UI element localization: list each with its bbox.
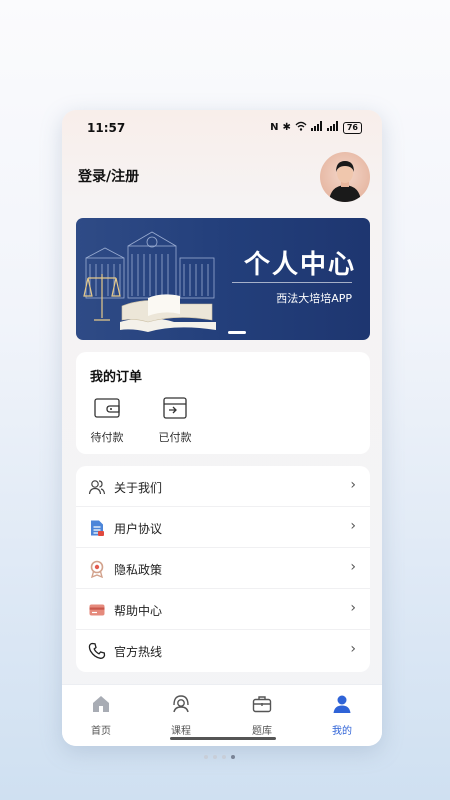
tab-courses[interactable]: 课程 [151, 693, 211, 737]
profile-icon [333, 695, 351, 713]
screenshot-pager [204, 755, 235, 759]
signal-icon [326, 121, 339, 134]
banner-divider [232, 282, 352, 283]
pager-dot-active [231, 755, 235, 759]
tab-label: 我的 [332, 726, 352, 737]
login-register-link[interactable]: 登录/注册 [78, 166, 139, 186]
tab-label: 题库 [252, 726, 272, 737]
banner-title: 个人中心 [243, 250, 356, 280]
order-paid-button[interactable]: 已付款 [150, 396, 200, 445]
document-icon [91, 520, 104, 536]
menu-item-privacy-policy[interactable]: 隐私政策 › [76, 548, 370, 589]
menu-item-about-us[interactable]: 关于我们 › [76, 466, 370, 507]
wifi-icon [295, 121, 307, 134]
home-icon [93, 696, 109, 712]
status-time: 11:57 [87, 121, 126, 135]
home-indicator[interactable] [170, 737, 276, 740]
menu-label: 帮助中心 [114, 604, 163, 618]
signal-icon [310, 121, 323, 134]
pager-dot [213, 755, 217, 759]
course-icon [173, 695, 189, 713]
menu-label: 官方热线 [114, 645, 163, 659]
menu-item-help-center[interactable]: 帮助中心 › [76, 589, 370, 630]
banner-indicator [228, 331, 246, 334]
help-card-icon [89, 604, 105, 616]
banner-subtitle: 西法大培培APP [276, 292, 352, 305]
privacy-badge-icon [90, 560, 104, 578]
tab-profile[interactable]: 我的 [312, 693, 372, 737]
order-paid-label: 已付款 [158, 431, 192, 444]
order-pending-button[interactable]: 待付款 [82, 396, 132, 445]
phone-screen: 11:57 N ✱ 76 登录/注册 个人中心 西法大培培APP 我的订单 待付… [62, 110, 382, 746]
menu-label: 关于我们 [114, 481, 163, 495]
battery-indicator: 76 [342, 121, 362, 134]
avatar-icon[interactable] [320, 152, 370, 202]
menu-item-hotline[interactable]: 官方热线 › [76, 630, 370, 671]
chevron-right-icon: › [350, 477, 356, 493]
status-icons: N ✱ 76 [270, 121, 362, 134]
banner-illustration [83, 231, 216, 332]
bottom-tab-bar: 首页 课程 题库 我的 [62, 684, 382, 746]
menu-item-user-agreement[interactable]: 用户协议 › [76, 507, 370, 548]
nfc-icon: N [270, 122, 279, 133]
pager-dot [204, 755, 208, 759]
wallet-icon [94, 398, 120, 418]
tab-label: 首页 [91, 726, 111, 737]
users-icon [88, 480, 106, 495]
phone-icon [88, 642, 106, 659]
orders-title: 我的订单 [90, 370, 143, 385]
briefcase-icon [252, 696, 272, 713]
menu-label: 用户协议 [114, 522, 163, 536]
bluetooth-icon: ✱ [282, 122, 291, 133]
tab-home[interactable]: 首页 [71, 693, 131, 737]
pager-dot [222, 755, 226, 759]
tab-label: 课程 [171, 726, 191, 737]
order-pending-label: 待付款 [90, 431, 124, 444]
settings-menu: 关于我们 › 用户协议 › 隐私政策 › 帮助中心 › 官方热线 › [76, 466, 370, 672]
paid-card-icon [163, 397, 187, 419]
status-bar: 11:57 N ✱ 76 [62, 110, 382, 146]
banner[interactable]: 个人中心 西法大培培APP [76, 218, 370, 340]
chevron-right-icon: › [350, 641, 356, 657]
chevron-right-icon: › [350, 518, 356, 534]
orders-card: 我的订单 待付款 已付款 [76, 352, 370, 454]
chevron-right-icon: › [350, 559, 356, 575]
menu-label: 隐私政策 [114, 563, 163, 577]
tab-question-bank[interactable]: 题库 [232, 693, 292, 737]
chevron-right-icon: › [350, 600, 356, 616]
